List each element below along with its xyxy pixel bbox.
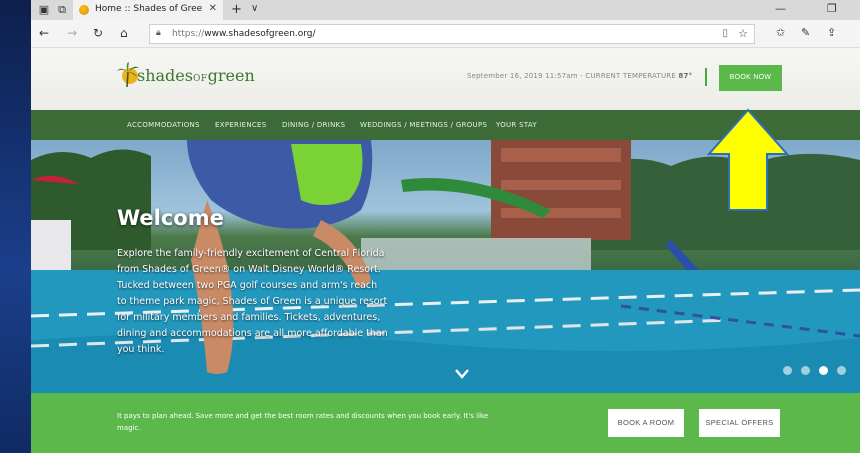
book-a-room-button[interactable]: BOOK A ROOM xyxy=(608,409,684,437)
tab-list-icon[interactable]: ∨ xyxy=(251,3,258,14)
url-input[interactable]: 🔒︎ https://www.shadesofgreen.org/ ▯ ☆ xyxy=(149,24,755,44)
hero-title: Welcome xyxy=(117,206,224,230)
nav-item-dining[interactable]: DINING / DRINKS xyxy=(282,121,345,129)
reading-view-icon[interactable]: ▯ xyxy=(722,28,728,39)
carousel-dot-1[interactable] xyxy=(783,366,792,375)
tab-switch-icon[interactable]: ⧉ xyxy=(55,3,69,17)
chevron-down-icon[interactable] xyxy=(454,368,470,380)
hero-description: Explore the family-friendly excitement o… xyxy=(117,248,388,355)
tab-bar: ▣ ⧉ Home :: Shades of Gree ✕ + ∨ — ❐ xyxy=(31,0,860,20)
browser-window: ▣ ⧉ Home :: Shades of Gree ✕ + ∨ — ❐ ← →… xyxy=(31,0,860,453)
carousel-dot-4[interactable] xyxy=(837,366,846,375)
nav-item-experiences[interactable]: EXPERIENCES xyxy=(215,121,267,129)
pen-icon[interactable]: ✎ xyxy=(801,26,810,39)
shades-of-green-logo[interactable]: shadesOFgreen xyxy=(117,60,255,96)
temperature-label: - CURRENT TEMPERATURE xyxy=(580,72,676,80)
special-offers-button[interactable]: SPECIAL OFFERS xyxy=(699,409,780,437)
carousel-dot-2[interactable] xyxy=(801,366,810,375)
logo-wordmark: shadesOFgreen xyxy=(137,66,255,85)
lock-icon: 🔒︎ xyxy=(156,28,161,38)
nav-item-your-stay[interactable]: YOUR STAY xyxy=(496,121,537,129)
refresh-icon[interactable]: ↻ xyxy=(93,26,103,40)
arrow-annotation-icon xyxy=(707,108,789,211)
home-icon[interactable]: ⌂ xyxy=(120,26,128,40)
url-text: https://www.shadesofgreen.org/ xyxy=(172,29,316,39)
nav-item-weddings[interactable]: WEDDINGS / MEETINGS / GROUPS xyxy=(360,121,487,129)
site-favicon xyxy=(79,5,89,15)
temperature-value: 87° xyxy=(678,72,693,80)
tab-title: Home :: Shades of Gree xyxy=(95,4,203,14)
current-datetime: September 16, 2019 11:57am xyxy=(467,72,578,80)
tab-close-icon[interactable]: ✕ xyxy=(209,3,217,14)
book-now-button[interactable]: BOOK NOW xyxy=(719,65,782,91)
date-temperature: September 16, 2019 11:57am - CURRENT TEM… xyxy=(467,72,692,80)
browser-tab[interactable]: Home :: Shades of Gree ✕ xyxy=(73,0,223,20)
forward-icon[interactable]: → xyxy=(67,26,77,40)
back-icon[interactable]: ← xyxy=(39,26,49,40)
share-icon[interactable]: ⇪ xyxy=(827,26,836,39)
tab-actions-icon[interactable]: ▣ xyxy=(37,3,51,17)
palm-tree-icon xyxy=(117,62,139,88)
favorite-star-icon[interactable]: ☆ xyxy=(738,27,748,40)
desktop-edge xyxy=(0,0,31,453)
promo-band: It pays to plan ahead. Save more and get… xyxy=(31,393,860,453)
restore-button[interactable]: ❐ xyxy=(827,2,837,15)
minimize-button[interactable]: — xyxy=(775,2,786,15)
address-bar: ← → ↻ ⌂ 🔒︎ https://www.shadesofgreen.org… xyxy=(31,20,860,48)
promo-text: It pays to plan ahead. Save more and get… xyxy=(117,412,489,432)
nav-item-accommodations[interactable]: ACCOMMODATIONS xyxy=(127,121,200,129)
new-tab-button[interactable]: + xyxy=(231,2,242,17)
carousel-dot-3[interactable] xyxy=(819,366,828,375)
site-header: shadesOFgreen September 16, 2019 11:57am… xyxy=(31,48,860,110)
favorites-list-icon[interactable]: ✩ xyxy=(776,26,785,39)
header-divider xyxy=(705,68,707,86)
